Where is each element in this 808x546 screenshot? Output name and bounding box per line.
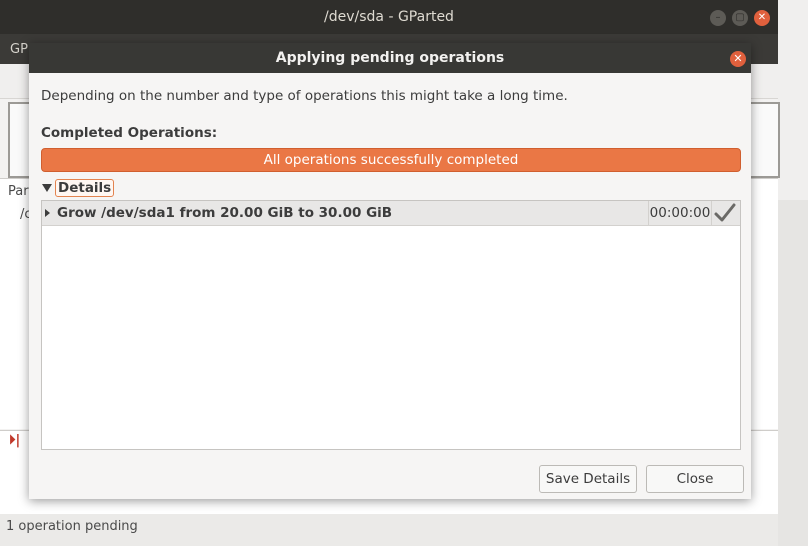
completion-progress-bar: All operations successfully completed [41,148,741,172]
window-close-icon[interactable]: ✕ [754,10,770,26]
operation-row[interactable]: Grow /dev/sda1 from 20.00 GiB to 30.00 G… [42,201,740,226]
dialog-title: Applying pending operations [275,50,505,66]
maximize-icon[interactable]: ▢ [732,10,748,26]
progress-text: All operations successfully completed [263,152,519,168]
close-icon[interactable]: ✕ [730,51,746,67]
save-details-button[interactable]: Save Details [539,465,637,493]
pending-operation-icon: ⏵| [9,433,21,448]
window-shadow [778,200,808,546]
menubar-hint: GP [10,42,28,57]
main-window-title: /dev/sda - GParted [324,9,454,25]
operation-text: Grow /dev/sda1 from 20.00 GiB to 30.00 G… [57,205,393,221]
expander-arrow-down-icon [42,184,52,192]
main-statusbar: 1 operation pending [0,514,778,546]
dialog-description: Depending on the number and type of oper… [41,88,568,104]
close-button[interactable]: Close [646,465,744,493]
partition-header-hint: Par [8,184,29,199]
main-titlebar: /dev/sda - GParted – ▢ ✕ [0,0,778,34]
apply-operations-dialog: Applying pending operations ✕ Depending … [29,43,751,499]
details-expander[interactable]: Details [42,179,115,197]
dialog-titlebar: Applying pending operations ✕ [29,43,751,73]
status-text: 1 operation pending [6,519,138,534]
minimize-icon[interactable]: – [710,10,726,26]
operation-time: 00:00:00 [648,201,712,225]
details-label: Details [55,179,115,197]
window-controls: – ▢ ✕ [710,10,770,26]
details-tree[interactable]: Grow /dev/sda1 from 20.00 GiB to 30.00 G… [41,200,741,450]
checkmark-icon [712,202,738,224]
expander-arrow-right-icon[interactable] [45,209,50,217]
completed-operations-label: Completed Operations: [41,125,218,141]
